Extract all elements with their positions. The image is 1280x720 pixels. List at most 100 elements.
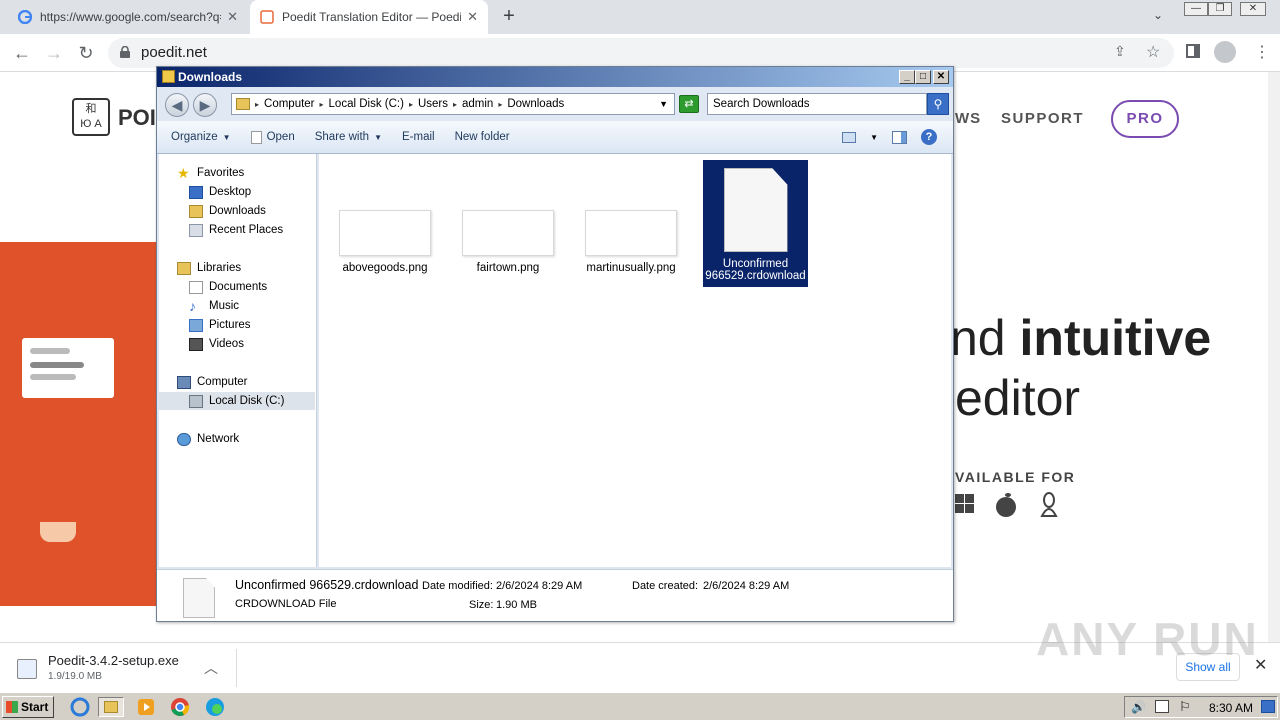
explorer-taskbar-icon[interactable] xyxy=(98,697,124,717)
profile-avatar[interactable] xyxy=(1214,41,1236,63)
nav-documents[interactable]: Documents xyxy=(189,278,267,296)
nav-libraries[interactable]: Libraries xyxy=(177,259,241,277)
logo-text[interactable]: POI xyxy=(118,105,156,131)
side-panel-icon[interactable] xyxy=(1186,44,1200,58)
file-name-line1: Unconfirmed xyxy=(722,258,789,270)
address-bar[interactable] xyxy=(108,38,1174,68)
flag-icon[interactable]: ⚐ xyxy=(1179,699,1191,715)
close-icon[interactable]: ✕ xyxy=(227,9,238,25)
close-button[interactable]: ✕ xyxy=(933,70,949,84)
file-item-selected[interactable]: Unconfirmed 966529.crdownload xyxy=(703,160,808,287)
url-text[interactable]: poedit.net xyxy=(141,44,207,61)
breadcrumb-downloads[interactable]: Downloads xyxy=(507,98,564,110)
menu-icon[interactable]: ⋮ xyxy=(1254,42,1270,62)
hero-illustration xyxy=(0,242,156,606)
chevron-up-icon[interactable]: ︿ xyxy=(204,658,218,678)
explorer-titlebar[interactable]: Downloads _ □ ✕ xyxy=(157,67,953,87)
reload-icon[interactable]: ↻ xyxy=(74,41,98,65)
tab-poedit[interactable]: Poedit Translation Editor — Poedit ✕ xyxy=(250,0,488,34)
navigation-pane: ★ Favorites Desktop Downloads Recent Plac… xyxy=(159,154,317,567)
new-folder-button[interactable]: New folder xyxy=(445,131,520,143)
forward-icon[interactable]: → xyxy=(42,41,66,65)
search-input[interactable]: Search Downloads xyxy=(707,93,927,115)
chevron-down-icon[interactable]: ▼ xyxy=(870,133,878,142)
minimize-button[interactable]: — xyxy=(1184,2,1208,16)
nav-pictures[interactable]: Pictures xyxy=(189,316,251,334)
close-window-button[interactable]: ✕ xyxy=(1240,2,1266,16)
chevron-down-icon: ▼ xyxy=(222,132,231,142)
file-list: abovegoods.png fairtown.png martinusuall… xyxy=(319,154,951,567)
videos-icon xyxy=(189,337,203,351)
file-item[interactable]: abovegoods.png xyxy=(335,162,435,274)
breadcrumb-local-disk[interactable]: Local Disk (C:) xyxy=(329,98,404,110)
illustration-card xyxy=(22,338,114,398)
nav-local-disk[interactable]: Local Disk (C:) xyxy=(159,392,315,410)
refresh-icon[interactable]: ⇄ xyxy=(679,95,699,113)
show-desktop-icon[interactable] xyxy=(1261,700,1275,713)
page-scrollbar[interactable] xyxy=(1268,72,1280,642)
open-button[interactable]: Open xyxy=(241,130,305,144)
preview-pane-icon[interactable] xyxy=(892,130,907,144)
forward-button[interactable]: ▶ xyxy=(193,93,217,117)
view-options-icon[interactable] xyxy=(842,131,857,143)
chevron-down-icon[interactable]: ▼ xyxy=(659,99,668,109)
apple-icon[interactable] xyxy=(994,492,1018,518)
downloads-folder-icon xyxy=(189,204,203,218)
restore-button[interactable]: ❐ xyxy=(1208,2,1232,16)
nav-videos[interactable]: Videos xyxy=(189,335,244,353)
bookmark-star-icon[interactable]: ☆ xyxy=(1146,42,1160,62)
nav-favorites[interactable]: ★ Favorites xyxy=(177,164,244,182)
tab-google-search[interactable]: https://www.google.com/search?q= ✕ xyxy=(8,0,248,34)
media-player-icon[interactable] xyxy=(136,697,158,717)
hero-headline-line1: nd intuitive xyxy=(950,310,1212,366)
email-button[interactable]: E-mail xyxy=(392,131,445,143)
breadcrumb-computer[interactable]: Computer xyxy=(264,98,315,110)
maximize-button[interactable]: □ xyxy=(915,70,931,84)
nav-network[interactable]: Network xyxy=(177,430,239,448)
folder-icon xyxy=(236,98,250,110)
chrome-icon[interactable] xyxy=(170,697,192,717)
close-icon[interactable]: ✕ xyxy=(467,9,478,25)
network-tray-icon[interactable] xyxy=(1155,700,1169,713)
windows-icon[interactable] xyxy=(955,492,979,518)
breadcrumb-users[interactable]: Users xyxy=(418,98,448,110)
nav-downloads[interactable]: Downloads xyxy=(189,202,266,220)
share-with-menu[interactable]: Share with ▼ xyxy=(305,131,392,143)
poedit-logo[interactable]: 和Ю A xyxy=(72,98,110,136)
nav-computer[interactable]: Computer xyxy=(177,373,248,391)
available-for-label: VAILABLE FOR xyxy=(955,469,1076,485)
breadcrumb-admin[interactable]: admin xyxy=(462,98,493,110)
nav-recent-places[interactable]: Recent Places xyxy=(189,221,283,239)
start-button[interactable]: Start xyxy=(2,696,54,718)
breadcrumb[interactable]: ▸ Computer ▸ Local Disk (C:) ▸ Users ▸ admi… xyxy=(231,93,675,115)
linux-icon[interactable] xyxy=(1037,492,1061,518)
nav-partial-link[interactable]: WS xyxy=(955,110,981,127)
minimize-button[interactable]: _ xyxy=(899,70,915,84)
internet-explorer-icon[interactable] xyxy=(70,697,92,717)
size-label: Size: xyxy=(469,599,494,611)
date-created-label: Date created: xyxy=(632,580,699,592)
new-tab-button[interactable]: + xyxy=(498,6,520,28)
edge-icon[interactable] xyxy=(205,697,227,717)
back-icon[interactable]: ← xyxy=(10,41,34,65)
share-icon[interactable]: ⇪ xyxy=(1114,43,1126,60)
download-file-name[interactable]: Poedit-3.4.2-setup.exe xyxy=(48,653,179,668)
clock[interactable]: 8:30 AM xyxy=(1209,701,1253,715)
browser-tab-strip: https://www.google.com/search?q= ✕ Poedi… xyxy=(0,0,1280,34)
google-icon xyxy=(17,9,33,25)
window-title: Downloads xyxy=(178,70,243,84)
chevron-down-icon[interactable]: ⌄ xyxy=(1153,8,1163,22)
file-item[interactable]: fairtown.png xyxy=(458,162,558,274)
back-button[interactable]: ◀ xyxy=(165,93,189,117)
help-icon[interactable]: ? xyxy=(921,129,937,145)
file-item[interactable]: martinusually.png xyxy=(581,162,681,274)
search-icon[interactable]: ⚲ xyxy=(927,93,949,115)
volume-icon[interactable]: 🔊 xyxy=(1131,700,1146,714)
nav-pro-button[interactable]: PRO xyxy=(1111,100,1179,138)
recent-places-icon xyxy=(189,223,203,237)
organize-menu[interactable]: Organize ▼ xyxy=(157,131,241,143)
nav-music[interactable]: ♪ Music xyxy=(189,297,239,315)
nav-support-link[interactable]: SUPPORT xyxy=(1001,110,1084,127)
nav-desktop[interactable]: Desktop xyxy=(189,183,251,201)
date-created-value: 2/6/2024 8:29 AM xyxy=(703,580,790,592)
